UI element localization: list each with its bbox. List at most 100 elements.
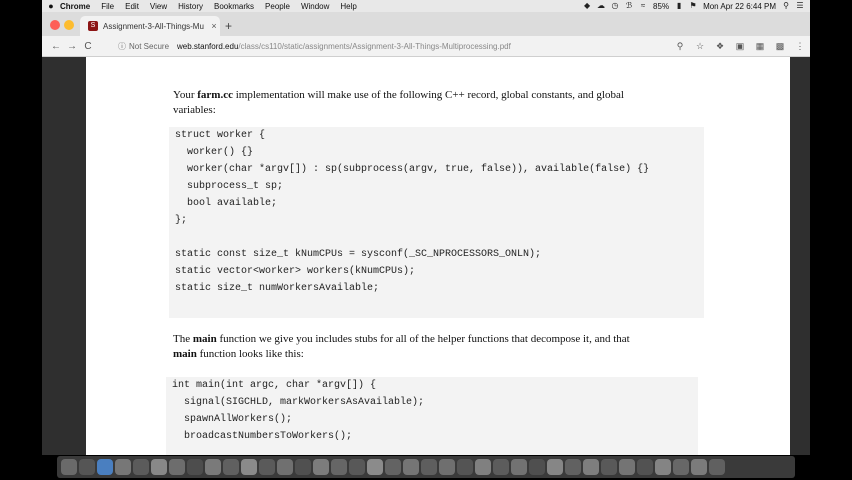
trash-icon[interactable] xyxy=(709,459,725,475)
quicktime-icon[interactable] xyxy=(583,459,599,475)
text-run: implementation will make use of the foll… xyxy=(233,89,624,101)
address-bar[interactable]: ⓘ Not Secure web.stanford.edu /class/cs1… xyxy=(118,38,678,54)
mail-icon[interactable] xyxy=(133,459,149,475)
clock[interactable]: Mon Apr 22 6:44 PM xyxy=(703,2,776,11)
code-line: static vector<worker> workers(kNumCPUs); xyxy=(175,266,416,277)
battery-percent[interactable]: 85% xyxy=(653,2,669,11)
search-icon[interactable]: ⚲ xyxy=(782,2,790,10)
tab-assignment[interactable]: S Assignment-3-All-Things-Mu × xyxy=(80,16,220,36)
code-line: }; xyxy=(175,215,188,226)
safari-icon[interactable] xyxy=(97,459,113,475)
close-window-button[interactable] xyxy=(50,20,60,30)
chrome-icon[interactable] xyxy=(367,459,383,475)
pdf-page: Your farm.cc implementation will make us… xyxy=(86,57,790,455)
pages-icon[interactable] xyxy=(547,459,563,475)
itunes-icon[interactable] xyxy=(277,459,293,475)
notes-icon[interactable] xyxy=(187,459,203,475)
code-line: broadcastNumbersToWorkers(); xyxy=(172,431,353,442)
extension-grid-icon[interactable]: ▦ xyxy=(754,41,766,52)
menu-view[interactable]: View xyxy=(150,2,167,11)
menu-edit[interactable]: Edit xyxy=(125,2,139,11)
extension-box-icon[interactable]: ▣ xyxy=(734,41,746,52)
menu-chrome[interactable]: Chrome xyxy=(60,2,90,11)
forward-button[interactable]: → xyxy=(64,41,80,52)
calendar-icon[interactable] xyxy=(169,459,185,475)
paragraph-main: The main function we give you includes s… xyxy=(173,332,673,362)
list-icon[interactable]: ☰ xyxy=(796,2,804,10)
menu-people[interactable]: People xyxy=(265,2,290,11)
skype-icon[interactable] xyxy=(475,459,491,475)
finder-icon[interactable] xyxy=(61,459,77,475)
zoom-app-icon[interactable] xyxy=(637,459,653,475)
wifi-icon[interactable]: ≈ xyxy=(639,2,647,10)
appstore-icon[interactable] xyxy=(313,459,329,475)
pdf-viewer[interactable]: Your farm.cc implementation will make us… xyxy=(42,57,810,455)
reminders-icon[interactable] xyxy=(205,459,221,475)
code-line: struct worker { xyxy=(175,130,266,141)
text-run: The xyxy=(173,333,193,345)
menu-kebab-icon[interactable]: ⋮ xyxy=(794,41,806,52)
scrollbar[interactable] xyxy=(802,57,810,455)
back-button[interactable]: ← xyxy=(48,41,64,52)
text-run: function we give you includes stubs for … xyxy=(216,333,630,345)
apple-menu-icon[interactable]: ● xyxy=(42,1,60,11)
dropbox-icon[interactable]: ◆ xyxy=(583,2,591,10)
extension-icon[interactable]: ❖ xyxy=(714,41,726,52)
books-icon[interactable] xyxy=(295,459,311,475)
excel-icon[interactable] xyxy=(403,459,419,475)
text-run: function looks like this: xyxy=(196,348,304,360)
preferences-icon[interactable] xyxy=(331,459,347,475)
code-line: signal(SIGCHLD, markWorkersAsAvailable); xyxy=(172,397,425,408)
timemachine-icon[interactable]: ◷ xyxy=(611,2,619,10)
messages-icon[interactable] xyxy=(241,459,257,475)
tab-close-icon[interactable]: × xyxy=(208,21,220,31)
menu-window[interactable]: Window xyxy=(301,2,329,11)
url-path: /class/cs110/static/assignments/Assignme… xyxy=(238,41,511,51)
word-icon[interactable] xyxy=(385,459,401,475)
flag-icon[interactable]: ⚑ xyxy=(689,2,697,10)
bluetooth-icon[interactable]: ℬ xyxy=(625,2,633,10)
photos-icon[interactable] xyxy=(115,459,131,475)
code-line: worker(char *argv[]) : sp(subprocess(arg… xyxy=(175,164,650,175)
slack-icon[interactable] xyxy=(457,459,473,475)
code-block-struct: struct worker { worker() {} worker(char … xyxy=(169,127,704,318)
battery-icon[interactable]: ▮ xyxy=(675,2,683,10)
menu-history[interactable]: History xyxy=(178,2,203,11)
atom-icon[interactable] xyxy=(619,459,635,475)
menu-file[interactable]: File xyxy=(101,2,114,11)
launchpad-icon[interactable] xyxy=(79,459,95,475)
vlc-icon[interactable] xyxy=(493,459,509,475)
maps-icon[interactable] xyxy=(223,459,239,475)
new-tab-button[interactable]: + xyxy=(225,19,232,33)
code-block-main: int main(int argc, char *argv[]) { signa… xyxy=(166,377,698,455)
contacts-icon[interactable] xyxy=(151,459,167,475)
spotify-icon[interactable] xyxy=(655,459,671,475)
xcode-icon[interactable] xyxy=(439,459,455,475)
zoom-icon[interactable]: ⚲ xyxy=(674,41,686,52)
folder-icon[interactable] xyxy=(673,459,689,475)
menu-help[interactable]: Help xyxy=(340,2,356,11)
activity-monitor-icon[interactable] xyxy=(601,459,617,475)
menu-bar: ● Chrome File Edit View History Bookmark… xyxy=(42,0,810,12)
code-line: spawnAllWorkers(); xyxy=(172,414,293,425)
code-line: subprocess_t sp; xyxy=(175,181,284,192)
reload-button[interactable]: C xyxy=(80,41,96,52)
menu-bookmarks[interactable]: Bookmarks xyxy=(214,2,254,11)
tab-strip: S Assignment-3-All-Things-Mu × + xyxy=(42,12,810,36)
facetime-icon[interactable] xyxy=(259,459,275,475)
code-line: bool available; xyxy=(175,198,278,209)
info-icon[interactable]: ⓘ xyxy=(118,41,126,52)
extension-tile-icon[interactable]: ▩ xyxy=(774,41,786,52)
downloads-icon[interactable] xyxy=(691,459,707,475)
terminal-icon[interactable] xyxy=(349,459,365,475)
numbers-icon[interactable] xyxy=(565,459,581,475)
cloud-icon[interactable]: ☁ xyxy=(597,2,605,10)
minimize-window-button[interactable] xyxy=(64,20,74,30)
status-area: ◆ ☁ ◷ ℬ ≈ 85% ▮ ⚑ Mon Apr 22 6:44 PM ⚲ ☰ xyxy=(583,0,804,12)
text-run: Your xyxy=(173,89,198,101)
tab-title: Assignment-3-All-Things-Mu xyxy=(103,21,204,31)
keynote-icon[interactable] xyxy=(529,459,545,475)
bookmark-star-icon[interactable]: ☆ xyxy=(694,41,706,52)
preview-icon[interactable] xyxy=(511,459,527,475)
powerpoint-icon[interactable] xyxy=(421,459,437,475)
